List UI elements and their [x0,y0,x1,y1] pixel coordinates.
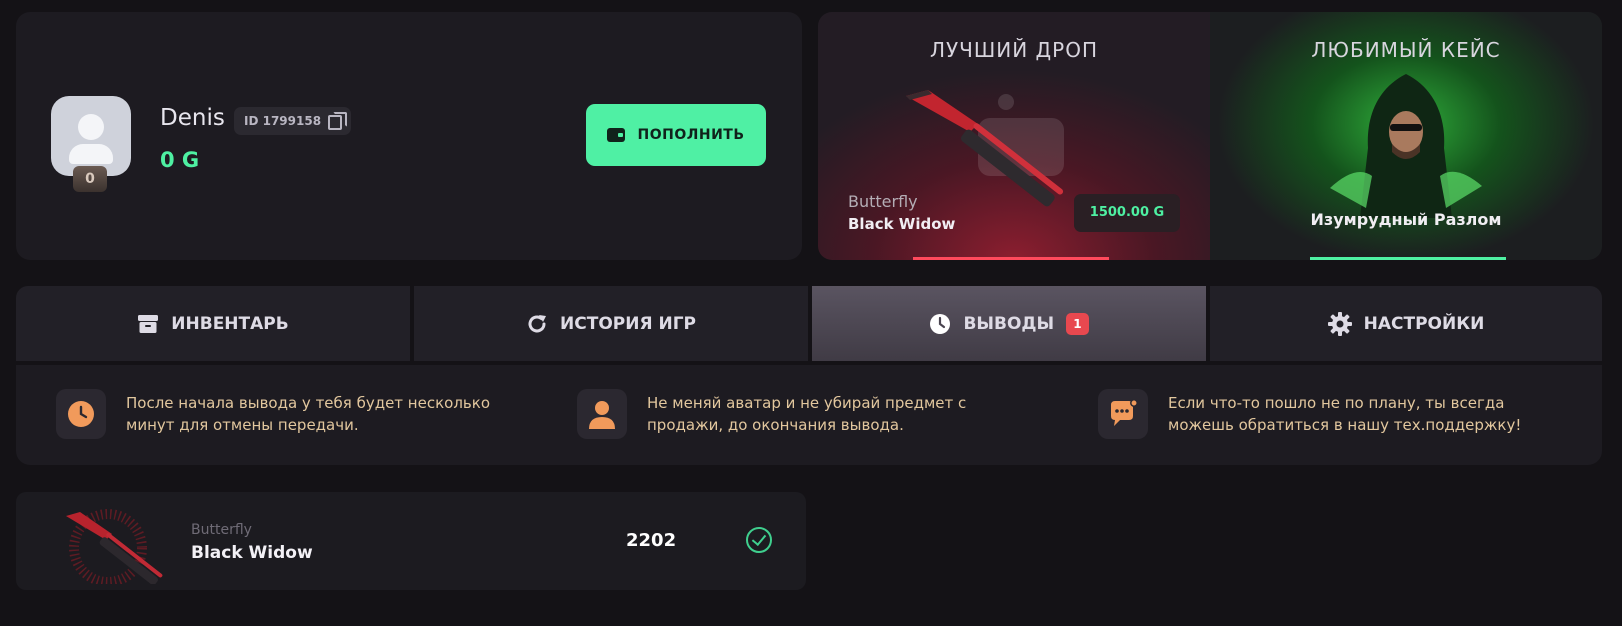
user-id-badge[interactable]: ID 1799158 [234,107,352,135]
best-drop-card[interactable]: ЛУЧШИЙ ДРОП Butterfly Black Widow 1500.0… [818,12,1210,260]
tab-inventory-label: ИНВЕНТАРЬ [171,313,289,334]
wallet-icon [607,128,626,142]
check-circle-icon [746,527,772,553]
best-drop-accent-bar [913,257,1109,260]
best-drop-item-type: Butterfly [848,192,918,211]
tab-inventory[interactable]: ИНВЕНТАРЬ [16,286,410,361]
clock-icon [56,389,106,439]
tab-history-label: ИСТОРИЯ ИГР [560,313,696,334]
avatar-body [69,144,113,164]
clock-icon [930,313,951,334]
tab-withdrawals[interactable]: ВЫВОДЫ 1 [812,286,1206,361]
avatar[interactable] [51,96,131,176]
knife-image [906,90,1064,207]
tip-avatar: Не меняй аватар и не убирай предмет с пр… [577,389,1047,439]
user-icon [577,389,627,439]
refresh-icon [528,314,547,332]
favorite-case-name: Изумрудный Разлом [1310,210,1502,229]
tip-text: Если что-то пошло не по плану, ты всегда… [1168,394,1522,434]
gear-icon [1327,311,1352,336]
favorite-case-accent-bar [1310,257,1506,260]
topup-button[interactable]: ПОПОЛНИТЬ [586,104,766,166]
copy-icon[interactable] [328,112,348,130]
best-drop-title: ЛУЧШИЙ ДРОП [929,38,1099,62]
tab-game-history[interactable]: ИСТОРИЯ ИГР [414,286,808,361]
item-image [66,509,163,584]
tab-settings-label: НАСТРОЙКИ [1363,313,1485,334]
tip-cancel-time: После начала вывода у тебя будет несколь… [56,389,526,439]
user-id: ID 1799158 [244,114,322,128]
tip-text: После начала вывода у тебя будет несколь… [126,394,490,434]
withdrawal-amount: 2202 [626,530,677,551]
withdrawal-item-type: Butterfly [191,522,252,538]
favorite-case-card[interactable]: ЛЮБИМЫЙ КЕЙС Изумрудный Разлом [1210,12,1602,260]
profile-card: 0 Denis ID 1799158 0 G ПОПОЛНИТЬ [16,12,802,260]
topup-label: ПОПОЛНИТЬ [637,127,745,143]
best-drop-item-name: Black Widow [848,215,956,233]
withdrawal-tips-panel: После начала вывода у тебя будет несколь… [16,365,1602,465]
level-badge: 0 [73,166,107,192]
tip-support: Если что-то пошло не по плану, ты всегда… [1098,389,1568,439]
withdrawals-count-badge: 1 [1066,312,1089,335]
withdrawal-item-name: Black Widow [191,543,313,563]
archive-icon [138,314,159,333]
username: Denis [160,105,225,131]
balance: 0 G [160,148,200,172]
case-image [1330,74,1482,218]
favorite-case-title: ЛЮБИМЫЙ КЕЙС [1311,38,1501,62]
avatar-head [78,114,104,140]
best-drop-price: 1500.00 G [1074,194,1180,232]
tab-withdrawals-label: ВЫВОДЫ [963,313,1055,334]
tab-settings[interactable]: НАСТРОЙКИ [1210,286,1602,361]
tip-text: Не меняй аватар и не убирай предмет с пр… [647,394,967,434]
chat-icon [1098,389,1148,439]
withdrawal-row[interactable]: Butterfly Black Widow 2202 [16,492,806,590]
